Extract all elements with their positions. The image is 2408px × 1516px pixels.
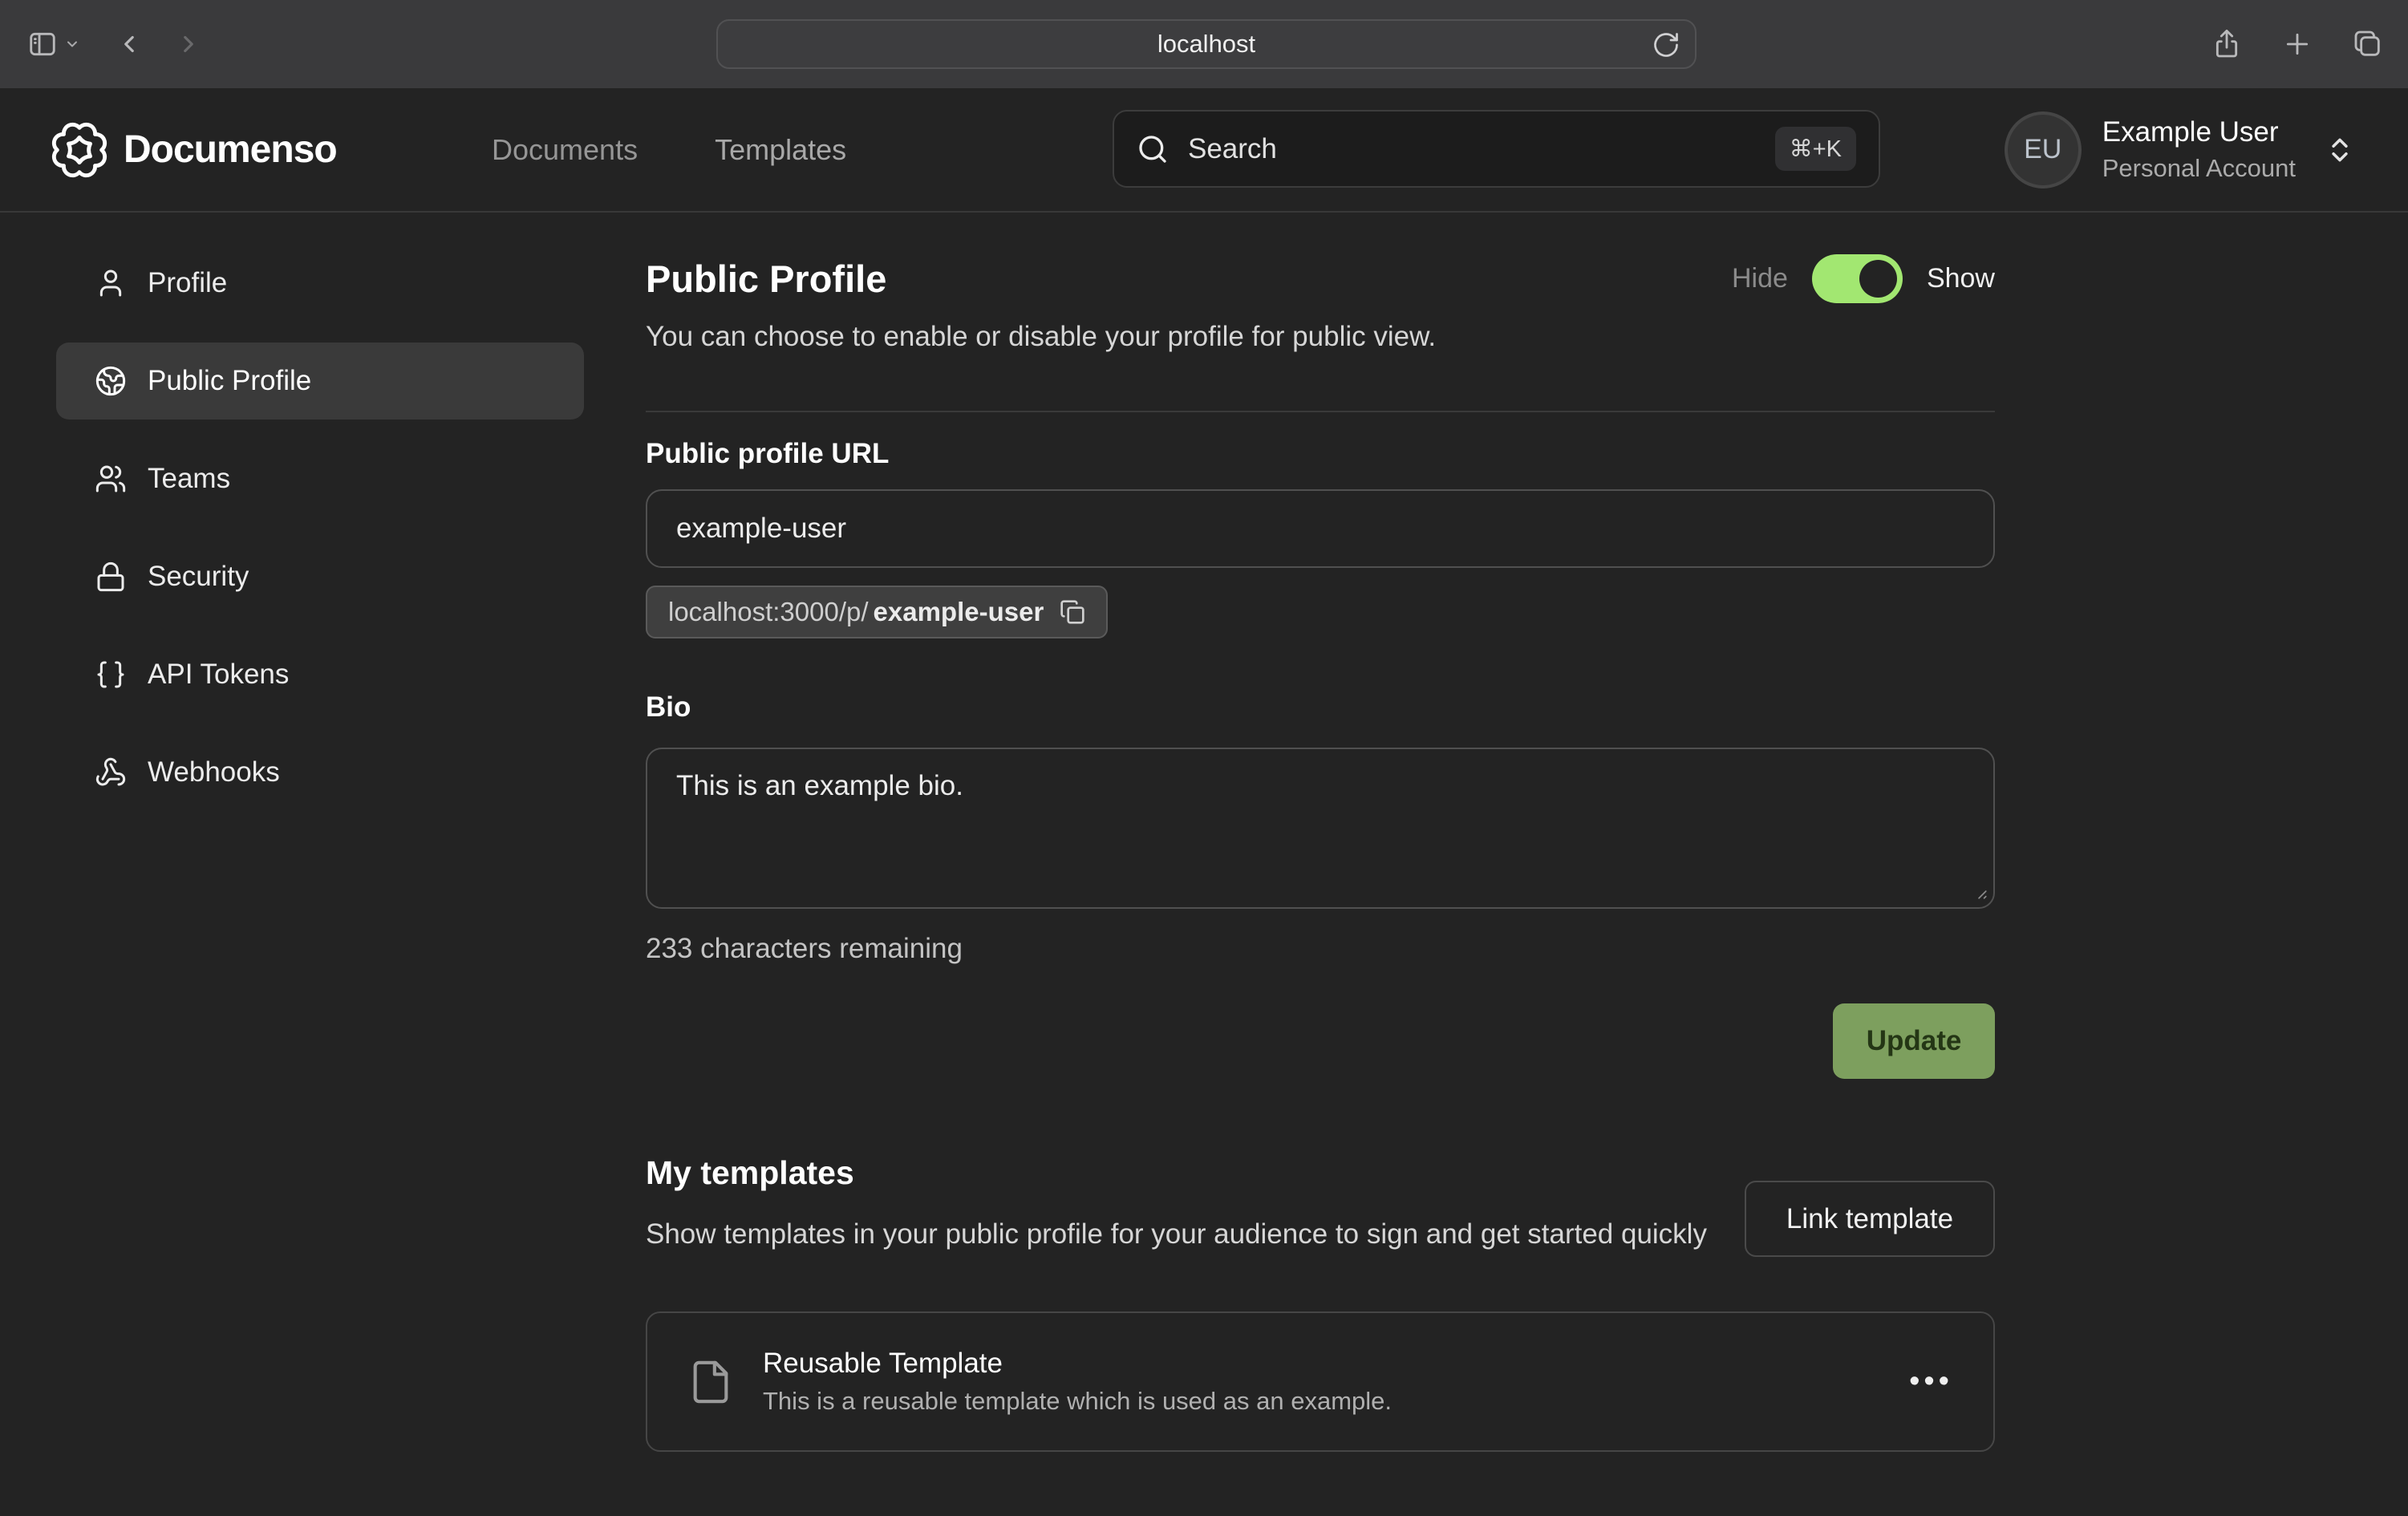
user-icon	[95, 267, 127, 299]
copy-icon	[1060, 599, 1085, 625]
address-url: localhost	[1157, 30, 1255, 59]
sidebar-item-label: Public Profile	[148, 365, 311, 397]
link-template-button[interactable]: Link template	[1745, 1181, 1995, 1257]
nav-documents[interactable]: Documents	[492, 133, 638, 167]
bio-label: Bio	[646, 691, 1995, 724]
profile-visibility-toggle-group: Hide Show	[1732, 254, 1995, 303]
top-nav: Documents Templates	[492, 133, 846, 167]
my-templates-description: Show templates in your public profile fo…	[646, 1214, 1707, 1255]
webhook-icon	[95, 756, 127, 788]
page-subtitle: You can choose to enable or disable your…	[646, 321, 1995, 353]
sidebar-toggle-icon[interactable]	[27, 29, 58, 59]
my-templates-title: My templates	[646, 1154, 1707, 1192]
search-icon	[1137, 133, 1169, 165]
chevron-down-icon[interactable]	[64, 36, 80, 52]
search-shortcut-badge: ⌘+K	[1775, 127, 1856, 171]
template-list-item: Reusable Template This is a reusable tem…	[646, 1311, 1995, 1452]
sidebar-item-label: API Tokens	[148, 659, 289, 691]
brand[interactable]: Documenso	[48, 119, 337, 181]
bio-textarea[interactable]: This is an example bio.	[646, 748, 1995, 909]
share-icon[interactable]	[2211, 28, 2243, 60]
bio-characters-remaining: 233 characters remaining	[646, 933, 1995, 965]
search-input[interactable]	[1188, 133, 1756, 165]
template-description: This is a reusable template which is use…	[763, 1387, 1392, 1416]
chevrons-up-down-icon	[2325, 135, 2355, 165]
lock-icon	[95, 561, 127, 593]
documenso-logo-icon	[48, 119, 111, 181]
sidebar-item-security[interactable]: Security	[56, 538, 584, 615]
sidebar-item-webhooks[interactable]: Webhooks	[56, 734, 584, 811]
toggle-show-label: Show	[1927, 263, 1995, 294]
address-bar[interactable]: localhost	[716, 19, 1697, 69]
profile-visibility-switch[interactable]	[1812, 254, 1903, 303]
profile-url-label: Public profile URL	[646, 438, 1995, 470]
file-icon	[687, 1359, 734, 1405]
account-menu[interactable]: EU Example User Personal Account	[2005, 111, 2355, 188]
sidebar-item-label: Security	[148, 561, 249, 593]
template-actions-button[interactable]: •••	[1909, 1364, 1953, 1399]
account-name: Example User	[2102, 116, 2296, 148]
profile-url-preview: localhost:3000/p/example-user	[646, 586, 1108, 638]
brand-name: Documenso	[124, 128, 337, 172]
switch-knob	[1859, 260, 1897, 298]
search-bar[interactable]: ⌘+K	[1113, 110, 1880, 188]
section-divider	[646, 411, 1995, 412]
app-header: Documenso Documents Templates ⌘+K EU Exa…	[0, 88, 2408, 213]
settings-layout: Profile Public Profile Teams Security AP…	[0, 213, 2408, 1452]
sidebar-item-profile[interactable]: Profile	[56, 245, 584, 322]
users-icon	[95, 463, 127, 495]
profile-url-slug: example-user	[874, 597, 1044, 627]
update-button[interactable]: Update	[1833, 1003, 1995, 1079]
account-type: Personal Account	[2102, 154, 2296, 183]
copy-url-button[interactable]	[1060, 599, 1085, 625]
ellipsis-icon: •••	[1909, 1364, 1953, 1398]
sidebar-item-label: Webhooks	[148, 756, 280, 788]
nav-templates[interactable]: Templates	[715, 133, 846, 167]
browser-chrome: localhost	[0, 0, 2408, 88]
braces-icon	[95, 659, 127, 691]
profile-url-prefix: localhost:3000/p/	[668, 597, 869, 627]
refresh-icon[interactable]	[1652, 30, 1680, 59]
toggle-hide-label: Hide	[1732, 263, 1788, 294]
back-button-icon[interactable]	[116, 30, 143, 58]
sidebar-item-public-profile[interactable]: Public Profile	[56, 343, 584, 420]
sidebar-item-label: Profile	[148, 267, 227, 299]
avatar: EU	[2005, 111, 2082, 188]
new-tab-icon[interactable]	[2281, 28, 2313, 60]
forward-button-icon[interactable]	[175, 30, 202, 58]
sidebar-item-teams[interactable]: Teams	[56, 440, 584, 517]
settings-sidebar: Profile Public Profile Teams Security AP…	[0, 213, 586, 1452]
globe-icon	[95, 365, 127, 397]
public-profile-settings: Public Profile Hide Show You can choose …	[646, 213, 1995, 1452]
template-title: Reusable Template	[763, 1348, 1392, 1380]
page-title: Public Profile	[646, 257, 886, 301]
tab-overview-icon[interactable]	[2352, 28, 2384, 60]
profile-url-input[interactable]	[646, 489, 1995, 568]
sidebar-item-api-tokens[interactable]: API Tokens	[56, 636, 584, 713]
sidebar-item-label: Teams	[148, 463, 230, 495]
